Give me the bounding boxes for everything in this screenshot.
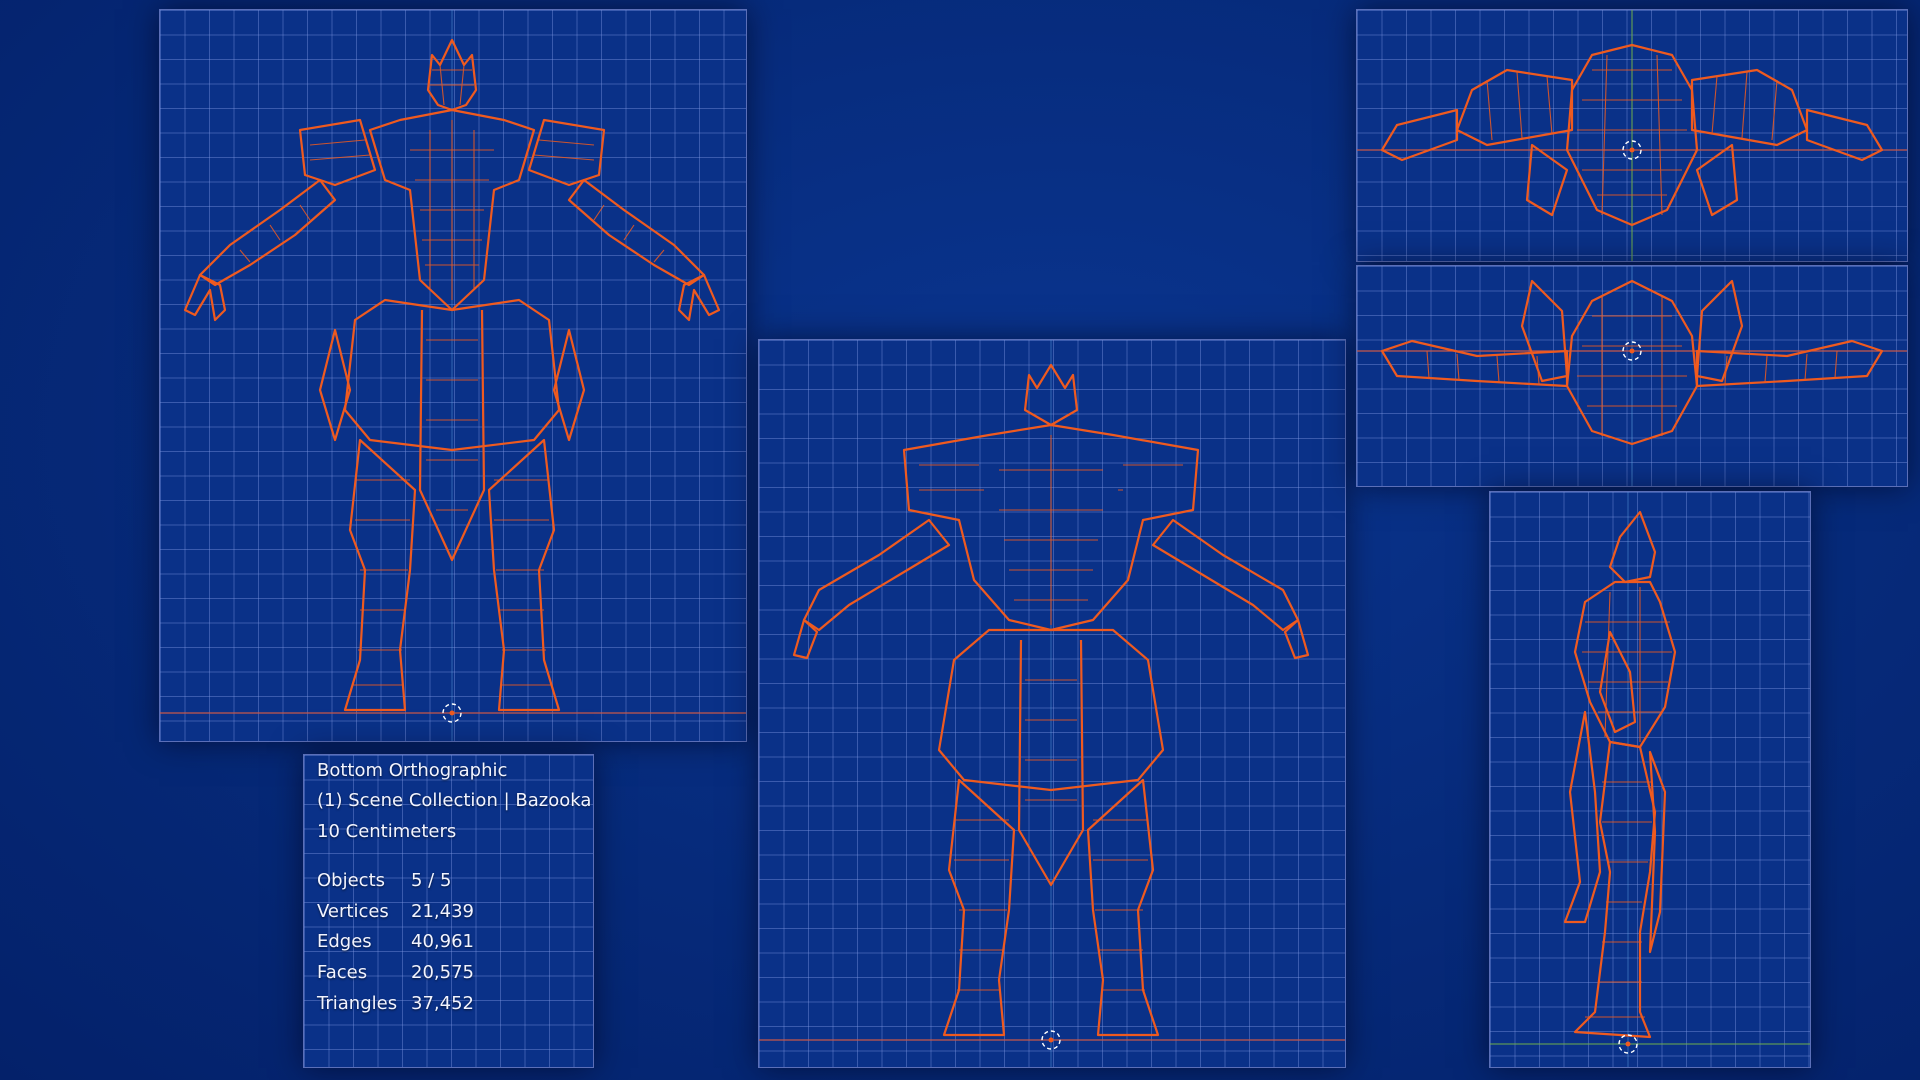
stat-objects: Objects 5 / 5 [317, 870, 452, 891]
viewport-info-overlay: Bottom Orthographic (1) Scene Collection… [303, 754, 594, 1068]
robot-wireframe-side [1490, 492, 1810, 1067]
stat-vertices: Vertices 21,439 [317, 901, 474, 922]
viewport-side[interactable] [1489, 491, 1811, 1068]
stat-triangles: Triangles 37,452 [317, 993, 474, 1014]
viewport-front[interactable] [159, 9, 747, 742]
viewport-bottom[interactable] [1356, 265, 1908, 487]
robot-wireframe-top [1357, 10, 1907, 261]
robot-wireframe-back [759, 340, 1345, 1067]
viewport-top[interactable] [1356, 9, 1908, 262]
stat-faces: Faces 20,575 [317, 962, 474, 983]
viewport-back[interactable] [758, 339, 1346, 1068]
stat-edges: Edges 40,961 [317, 931, 474, 952]
collection-label: (1) Scene Collection | Bazooka [317, 790, 592, 811]
view-name: Bottom Orthographic [317, 760, 508, 781]
robot-wireframe-bottom [1357, 266, 1907, 486]
robot-wireframe-front [160, 10, 746, 741]
grid-scale-label: 10 Centimeters [317, 821, 457, 842]
